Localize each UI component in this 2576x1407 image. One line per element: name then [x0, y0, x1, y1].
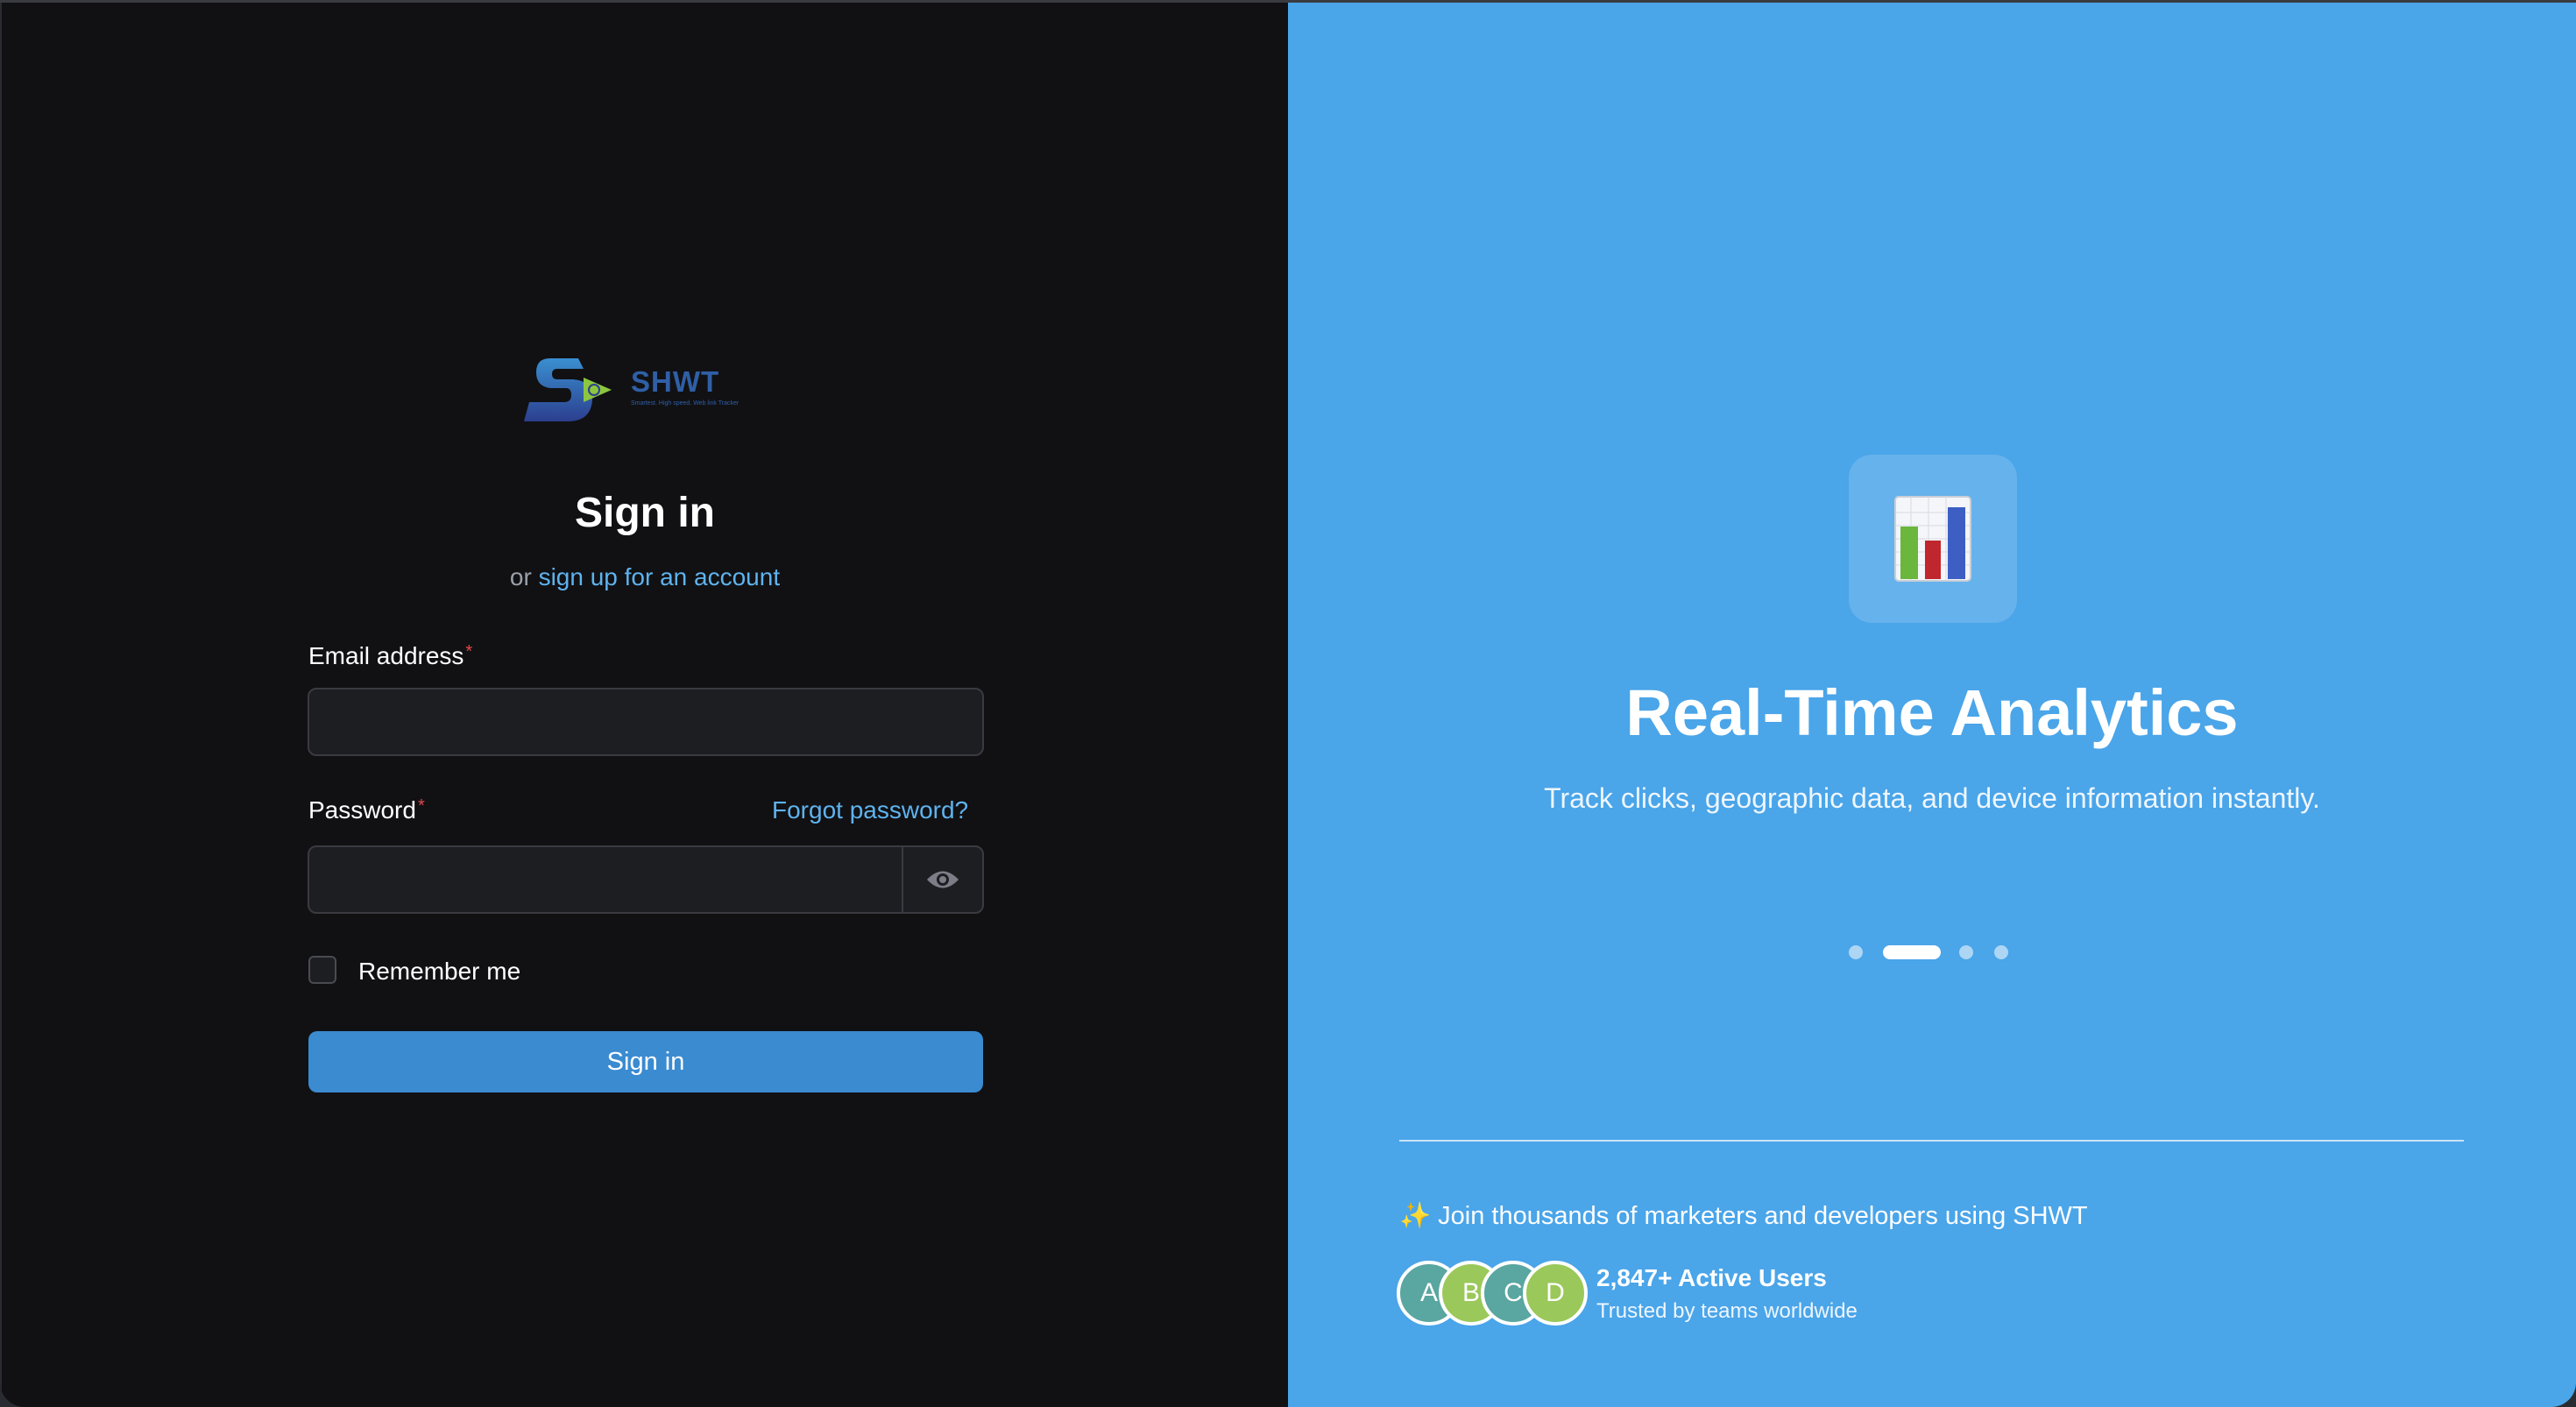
active-users-count: 2,847+ Active Users: [1596, 1264, 1827, 1291]
avatar: D: [1523, 1261, 1588, 1326]
password-field[interactable]: [309, 847, 905, 912]
divider: [1399, 1140, 2464, 1142]
signup-prompt: or sign up for an account: [2, 563, 1288, 591]
carousel-dot-3[interactable]: [1959, 945, 1973, 959]
carousel-dot-4[interactable]: [1994, 945, 2008, 959]
brand-logo: SHWT Smartest. High speed. Web link Trac…: [524, 351, 769, 430]
eye-icon: [927, 871, 959, 888]
carousel-dot-1[interactable]: [1849, 945, 1863, 959]
forgot-password-link[interactable]: Forgot password?: [772, 796, 968, 824]
password-field-wrapper: [308, 845, 984, 914]
required-marker: *: [465, 642, 473, 661]
signin-button[interactable]: Sign in: [308, 1031, 983, 1092]
active-users-subtitle: Trusted by teams worldwide: [1596, 1299, 1858, 1323]
join-text: ✨ Join thousands of marketers and develo…: [1399, 1202, 2088, 1230]
feature-panel: Real-Time Analytics Track clicks, geogra…: [1288, 3, 2576, 1407]
app-window: SHWT Smartest. High speed. Web link Trac…: [0, 0, 2576, 1407]
remember-me-checkbox[interactable]: [308, 956, 336, 984]
feature-title: Real-Time Analytics: [1625, 676, 2239, 749]
email-label-text: Email address: [308, 642, 464, 669]
toggle-password-visibility-button[interactable]: [902, 847, 982, 912]
avatar-stack: A B C D: [1397, 1261, 1607, 1326]
brand-name: SHWT: [631, 365, 720, 398]
shwt-logo-icon: [524, 358, 612, 421]
required-marker: *: [417, 796, 425, 816]
remember-me-label: Remember me: [358, 958, 521, 985]
feature-icon-tile: [1849, 455, 2017, 623]
email-label: Email address *: [308, 642, 472, 670]
signin-panel: SHWT Smartest. High speed. Web link Trac…: [0, 3, 1288, 1407]
carousel-indicators: [1288, 944, 2576, 961]
email-field-wrapper: [308, 688, 984, 756]
password-label-text: Password: [308, 796, 416, 824]
signup-link[interactable]: sign up for an account: [539, 563, 781, 590]
email-field[interactable]: [309, 689, 982, 754]
password-label: Password *: [308, 796, 425, 824]
signup-prefix: or: [509, 563, 532, 590]
bar-chart-icon: [1894, 496, 1971, 582]
page-title: Sign in: [575, 490, 715, 536]
feature-description: Track clicks, geographic data, and devic…: [1544, 782, 2320, 814]
brand-tagline: Smartest. High speed. Web link Tracker: [631, 400, 740, 407]
carousel-dot-2[interactable]: [1883, 945, 1941, 959]
